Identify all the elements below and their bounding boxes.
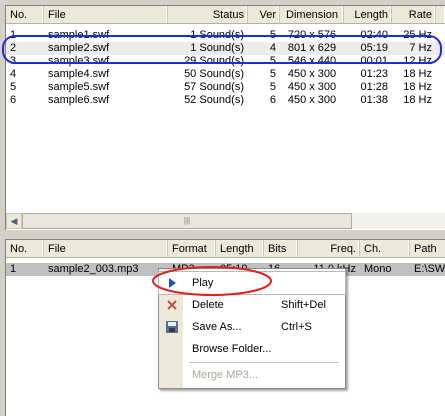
cell-path: E:\SWF xyxy=(414,263,445,275)
col-file[interactable]: File xyxy=(44,240,168,258)
cell-no: 1 xyxy=(10,29,17,41)
cell-rate: 12 Hz xyxy=(403,55,432,67)
col-ver[interactable]: Ver xyxy=(248,6,280,24)
cell-rate: 18 Hz xyxy=(403,68,432,80)
table-row[interactable]: 4 sample4.swf 50 Sound(s) 5 450 x 300 01:23 18… xyxy=(6,68,445,81)
cell-length: 02:40 xyxy=(360,29,388,41)
menu-item-label: Play xyxy=(192,277,214,289)
cell-file: sample5.swf xyxy=(48,81,110,93)
cell-length: 00:01 xyxy=(360,55,388,67)
scroll-left-icon[interactable]: ◀ xyxy=(6,213,22,229)
table-row[interactable]: 6 sample6.swf 52 Sound(s) 6 450 x 300 01:38 18… xyxy=(6,94,445,107)
cell-length: 05:19 xyxy=(360,42,388,54)
cell-dimension: 801 x 629 xyxy=(287,42,337,54)
cell-dimension: 720 x 576 xyxy=(287,29,337,41)
menu-separator xyxy=(189,362,339,363)
cell-rate: 18 Hz xyxy=(403,81,432,93)
cell-ver: 4 xyxy=(269,42,276,54)
col-freq[interactable]: Freq. xyxy=(298,240,360,258)
cell-status: 50 Sound(s) xyxy=(184,68,244,80)
cell-status: 57 Sound(s) xyxy=(184,81,244,93)
cell-ver: 5 xyxy=(269,68,276,80)
menu-item-label: Merge MP3... xyxy=(192,369,259,381)
cell-rate: 18 Hz xyxy=(403,94,432,106)
cell-file: sample2.swf xyxy=(48,42,110,54)
cell-dimension: 546 x 440 xyxy=(287,55,337,67)
cell-ch: Mono xyxy=(364,263,392,275)
cell-length: 01:38 xyxy=(360,94,388,106)
cell-ver: 5 xyxy=(269,55,276,67)
menu-item-save-as[interactable]: Save As... Ctrl+S xyxy=(159,316,345,338)
cell-status: 52 Sound(s) xyxy=(184,94,244,106)
context-menu: Play Delete Shift+Del Save As... Ctrl+S … xyxy=(158,268,346,389)
table-row[interactable]: 5 sample5.swf 57 Sound(s) 5 450 x 300 01:28 18… xyxy=(6,81,445,94)
table-row[interactable]: 3 sample3.swf 29 Sound(s) 5 546 x 440 00:01 12… xyxy=(6,55,445,68)
panel-splitter[interactable] xyxy=(0,230,445,238)
col-ch[interactable]: Ch. xyxy=(360,240,410,258)
menu-item-shortcut: Shift+Del xyxy=(281,299,326,311)
cell-dimension: 450 x 300 xyxy=(287,68,337,80)
cell-length: 01:28 xyxy=(360,81,388,93)
cell-file: sample3.swf xyxy=(48,55,110,67)
cell-dimension: 450 x 300 xyxy=(287,81,337,93)
cell-ver: 6 xyxy=(269,94,276,106)
swf-file-list[interactable]: No. File Status Ver Dimension Length Rat… xyxy=(5,5,445,230)
col-rate[interactable]: Rate xyxy=(392,6,436,24)
menu-item-merge-mp3: Merge MP3... xyxy=(159,364,345,386)
cell-rate: 7 Hz xyxy=(409,42,432,54)
save-icon xyxy=(166,321,178,333)
cell-file: sample2_003.mp3 xyxy=(48,263,139,275)
menu-item-delete[interactable]: Delete Shift+Del xyxy=(159,294,345,316)
col-dimension[interactable]: Dimension xyxy=(280,6,344,24)
cell-no: 3 xyxy=(10,55,17,67)
col-status[interactable]: Status xyxy=(168,6,248,24)
menu-item-label: Delete xyxy=(192,299,224,311)
col-length[interactable]: Length xyxy=(216,240,264,258)
col-no[interactable]: No. xyxy=(6,240,44,258)
table-row[interactable]: 1 sample1.swf 1 Sound(s) 5 720 x 576 02:40 25 … xyxy=(6,29,445,42)
mp3-list-header: No. File Format Length Bits Freq. Ch. Pa… xyxy=(6,240,445,259)
col-filler xyxy=(436,6,445,24)
cell-file: sample1.swf xyxy=(48,29,110,41)
cell-status: 1 Sound(s) xyxy=(190,29,244,41)
cell-rate: 25 Hz xyxy=(403,29,432,41)
menu-item-browse-folder[interactable]: Browse Folder... xyxy=(159,338,345,360)
col-bits[interactable]: Bits xyxy=(264,240,298,258)
cell-length: 01:23 xyxy=(360,68,388,80)
scroll-thumb[interactable]: ||| xyxy=(22,213,352,229)
col-no[interactable]: No. xyxy=(6,6,44,24)
cell-no: 2 xyxy=(10,42,17,54)
cell-dimension: 450 x 300 xyxy=(287,94,337,106)
cell-no: 4 xyxy=(10,68,17,80)
menu-item-label: Save As... xyxy=(192,321,242,333)
top-horizontal-scrollbar[interactable]: ◀ ||| xyxy=(6,213,445,229)
cell-no: 1 xyxy=(10,263,17,275)
menu-item-shortcut: Ctrl+S xyxy=(281,321,312,333)
menu-item-label: Browse Folder... xyxy=(192,343,272,355)
col-format[interactable]: Format xyxy=(168,240,216,258)
cell-no: 5 xyxy=(10,81,17,93)
delete-icon xyxy=(167,300,177,310)
cell-status: 1 Sound(s) xyxy=(190,42,244,54)
play-icon xyxy=(169,278,176,288)
swf-list-header: No. File Status Ver Dimension Length Rat… xyxy=(6,6,445,25)
cell-file: sample6.swf xyxy=(48,94,110,106)
table-row[interactable]: 2 sample2.swf 1 Sound(s) 4 801 x 629 05:19 7 H… xyxy=(6,42,445,55)
cell-file: sample4.swf xyxy=(48,68,110,80)
menu-item-play[interactable]: Play xyxy=(158,271,346,295)
cell-ver: 5 xyxy=(269,81,276,93)
cell-ver: 5 xyxy=(269,29,276,41)
cell-no: 6 xyxy=(10,94,17,106)
col-path[interactable]: Path xyxy=(410,240,445,258)
col-length[interactable]: Length xyxy=(344,6,392,24)
cell-status: 29 Sound(s) xyxy=(184,55,244,67)
col-file[interactable]: File xyxy=(44,6,168,24)
